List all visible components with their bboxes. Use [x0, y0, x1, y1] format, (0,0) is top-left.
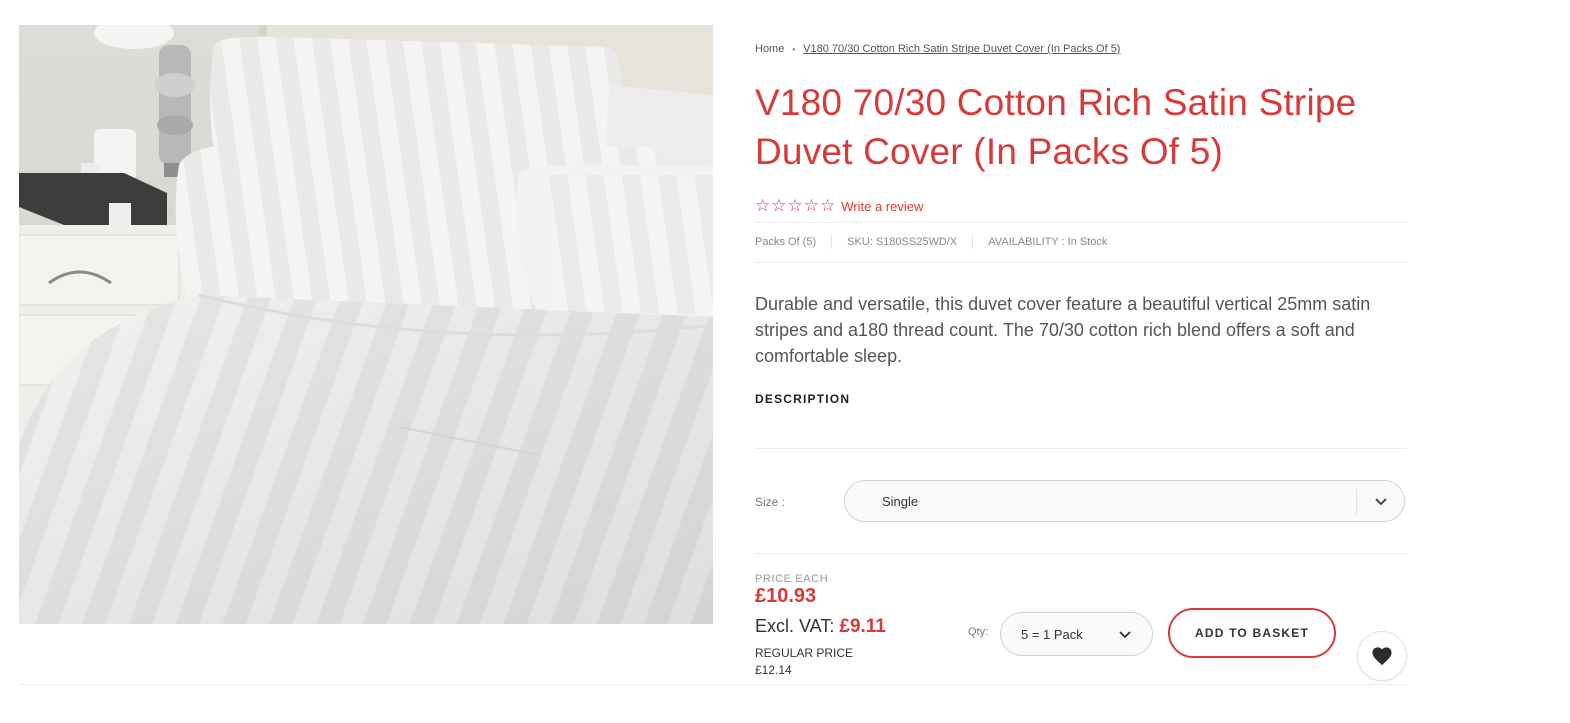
sku: SKU: S180SS25WD/X	[831, 235, 972, 249]
size-select[interactable]: Single	[844, 480, 1405, 522]
divider	[755, 222, 1407, 223]
qty-select-value: 5 = 1 Pack	[1021, 627, 1083, 642]
qty-select[interactable]: 5 = 1 Pack	[1000, 612, 1153, 656]
divider	[19, 684, 1407, 685]
rating-stars[interactable]: ☆ ☆ ☆ ☆ ☆	[755, 197, 835, 215]
size-label: Size :	[755, 495, 786, 509]
breadcrumb-separator: •	[792, 44, 796, 54]
divider	[755, 448, 1407, 449]
qty-label: Qty:	[968, 626, 989, 638]
product-title: V180 70/30 Cotton Rich Satin Stripe Duve…	[755, 82, 1357, 172]
add-to-basket-button[interactable]: ADD TO BASKET	[1168, 608, 1336, 658]
regular-price: £12.14	[755, 663, 792, 677]
price-each-label: PRICE EACH	[755, 573, 829, 585]
price-each: £10.93	[755, 585, 817, 607]
regular-price-label: REGULAR PRICE	[755, 646, 854, 660]
pack-size: Packs Of (5)	[755, 236, 817, 248]
wishlist-button[interactable]	[1357, 631, 1407, 681]
write-review-link[interactable]: Write a review	[841, 199, 923, 214]
size-select-value: Single	[882, 494, 919, 509]
breadcrumb: Home • V180 70/30 Cotton Rich Satin Stripe…	[755, 43, 1120, 55]
heart-icon	[1371, 646, 1393, 666]
star-outline-icon: ☆	[820, 196, 836, 215]
excl-vat-price: Excl. VAT: £9.11	[755, 616, 886, 638]
star-outline-icon: ☆	[787, 196, 803, 215]
rating: ☆ ☆ ☆ ☆ ☆ Write a review	[755, 197, 923, 215]
star-outline-icon: ☆	[755, 196, 771, 215]
star-outline-icon: ☆	[803, 196, 819, 215]
excl-vat-value: £9.11	[839, 616, 886, 637]
product-summary: Durable and versatile, this duvet cover …	[755, 294, 1371, 366]
product-meta: Packs Of (5) SKU: S180SS25WD/X AVAILABIL…	[755, 235, 1122, 249]
divider	[755, 553, 1407, 554]
select-separator	[1356, 489, 1357, 514]
product-image	[19, 25, 713, 624]
breadcrumb-home-link[interactable]: Home	[755, 43, 784, 55]
availability: AVAILABILITY : In Stock	[972, 235, 1122, 249]
chevron-down-icon	[1374, 495, 1388, 509]
breadcrumb-current-link[interactable]: V180 70/30 Cotton Rich Satin Stripe Duve…	[803, 43, 1120, 55]
divider	[755, 262, 1407, 263]
star-outline-icon: ☆	[771, 196, 787, 215]
excl-vat-label: Excl. VAT:	[755, 616, 835, 636]
chevron-down-icon	[1118, 628, 1132, 642]
description-tab[interactable]: DESCRIPTION	[755, 392, 850, 406]
